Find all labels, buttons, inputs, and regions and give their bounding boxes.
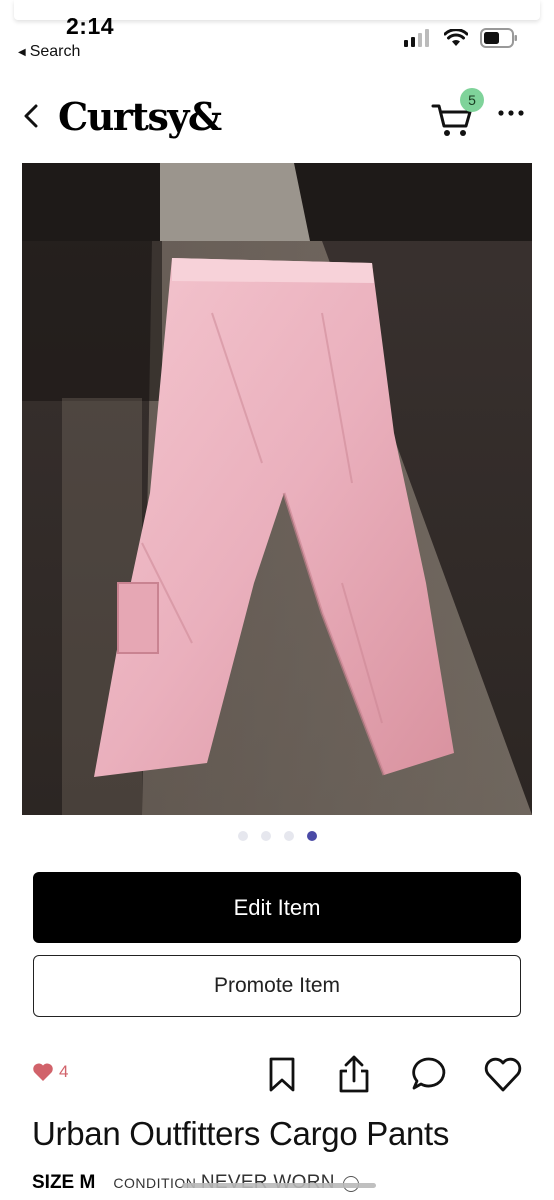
heart-outline-icon[interactable] — [483, 1054, 523, 1094]
bookmark-icon[interactable] — [262, 1054, 302, 1094]
share-icon[interactable] — [334, 1054, 374, 1094]
battery-icon — [480, 28, 517, 48]
wifi-icon — [444, 29, 468, 46]
top-nav: Curtsy& 5 — [0, 88, 554, 148]
back-chevron-icon[interactable] — [18, 98, 46, 134]
size-label: SIZE M — [32, 1172, 96, 1193]
like-count: 4 — [32, 1062, 68, 1082]
page-dot-3[interactable] — [284, 831, 294, 841]
signal-icon — [404, 29, 429, 47]
page-dot-2[interactable] — [261, 831, 271, 841]
status-bar: 2:14 ◀ Search — [0, 0, 554, 70]
like-count-label: 4 — [59, 1062, 69, 1081]
action-row: 4 — [0, 1054, 554, 1098]
back-to-app-label: Search — [29, 43, 81, 60]
edit-item-button[interactable]: Edit Item — [33, 872, 521, 943]
back-triangle-icon: ◀ — [18, 46, 26, 58]
product-photo-illustration — [22, 163, 532, 815]
comment-icon[interactable] — [409, 1054, 449, 1094]
more-icon[interactable] — [497, 108, 525, 118]
page-dot-4-active[interactable] — [307, 831, 317, 841]
cart-count-badge: 5 — [460, 88, 484, 112]
product-photo[interactable] — [22, 163, 532, 815]
heart-filled-icon — [33, 1063, 53, 1081]
page-dot-1[interactable] — [238, 831, 248, 841]
status-icons — [404, 28, 518, 48]
back-to-app-link[interactable]: ◀ Search — [18, 43, 80, 61]
curtsy-logo: Curtsy& — [58, 94, 222, 139]
listing-title: Urban Outfitters Cargo Pants — [32, 1115, 450, 1152]
status-time: 2:14 — [66, 13, 115, 39]
promote-item-button[interactable]: Promote Item — [33, 955, 521, 1017]
home-indicator — [182, 1183, 376, 1188]
